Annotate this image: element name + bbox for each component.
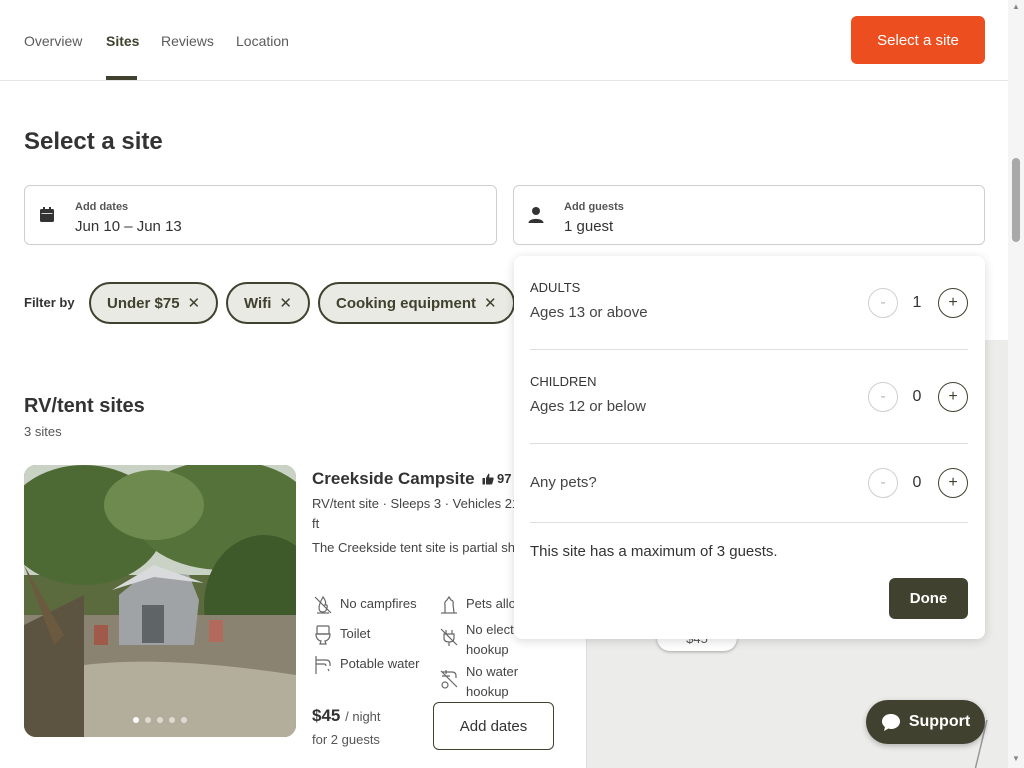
amenity-label: Potable water bbox=[340, 656, 420, 671]
close-icon[interactable]: ✕ bbox=[188, 294, 201, 312]
amenity-no-electric: No elect hookup bbox=[438, 620, 518, 664]
filter-chip-label: Under $75 bbox=[107, 294, 180, 312]
scrollbar[interactable]: ▲ ▼ bbox=[1008, 0, 1024, 768]
amenity-label: Toilet bbox=[340, 626, 371, 641]
rating-value: 97 bbox=[497, 471, 512, 486]
amenity-toilet: Toilet bbox=[312, 624, 432, 646]
close-icon[interactable]: ✕ bbox=[279, 294, 292, 312]
no-campfire-icon bbox=[314, 595, 332, 614]
site-price: $45 / night bbox=[312, 706, 381, 726]
campsite-photo bbox=[24, 465, 296, 737]
site-meta: RV/tent site · Sleeps 3 · Vehicles 21 ft bbox=[312, 496, 520, 531]
person-icon bbox=[528, 207, 544, 223]
divider bbox=[530, 522, 968, 523]
tab-reviews[interactable]: Reviews bbox=[161, 33, 214, 49]
add-dates-button[interactable]: Add dates bbox=[433, 702, 554, 750]
tab-location[interactable]: Location bbox=[236, 33, 289, 49]
calendar-icon bbox=[40, 207, 54, 222]
adults-count: 1 bbox=[912, 294, 922, 311]
children-subtitle: Ages 12 or below bbox=[530, 398, 646, 415]
adults-subtitle: Ages 13 or above bbox=[530, 304, 648, 321]
filter-chip-label: Wifi bbox=[244, 294, 272, 312]
pagination-dot[interactable] bbox=[133, 717, 139, 723]
pets-title: Any pets? bbox=[530, 474, 597, 491]
pets-increment-button[interactable]: + bbox=[938, 468, 968, 498]
filter-chip-wifi[interactable]: Wifi ✕ bbox=[226, 282, 310, 324]
toilet-icon bbox=[315, 625, 331, 645]
amenity-label: Pets allo bbox=[466, 596, 516, 611]
guest-selector-popup: ADULTS Ages 13 or above - 1 + CHILDREN A… bbox=[514, 256, 985, 639]
page-title: Select a site bbox=[24, 128, 163, 155]
no-electric-icon bbox=[440, 628, 458, 646]
guests-label: Add guests bbox=[564, 201, 624, 213]
site-name[interactable]: Creekside Campsite bbox=[312, 469, 475, 489]
pagination-dot[interactable] bbox=[181, 717, 187, 723]
site-count: 3 sites bbox=[24, 424, 62, 439]
children-count: 0 bbox=[912, 388, 922, 405]
close-icon[interactable]: ✕ bbox=[484, 294, 497, 312]
tab-overview[interactable]: Overview bbox=[24, 33, 82, 49]
dates-label: Add dates bbox=[75, 201, 129, 213]
scrollbar-thumb[interactable] bbox=[1012, 158, 1020, 242]
site-photo[interactable] bbox=[24, 465, 296, 737]
no-water-icon bbox=[440, 670, 458, 689]
divider bbox=[530, 349, 968, 350]
filter-by-label: Filter by bbox=[24, 295, 75, 310]
scroll-down-icon[interactable]: ▼ bbox=[1012, 754, 1020, 763]
children-decrement-button[interactable]: - bbox=[868, 382, 898, 412]
dates-field[interactable]: Add dates Jun 10 – Jun 13 bbox=[24, 185, 497, 245]
top-nav: Overview Sites Reviews Location Select a… bbox=[0, 0, 1008, 81]
scroll-up-icon[interactable]: ▲ bbox=[1012, 2, 1020, 11]
amenity-pets: Pets allo bbox=[438, 594, 518, 616]
filter-chip-under-75[interactable]: Under $75 ✕ bbox=[89, 282, 219, 324]
children-title: CHILDREN bbox=[530, 374, 597, 389]
pagination-dot[interactable] bbox=[145, 717, 151, 723]
amenity-label: No water hookup bbox=[466, 664, 519, 699]
photo-pagination bbox=[24, 717, 296, 723]
amenity-potable-water: Potable water bbox=[312, 654, 432, 676]
dates-value: Jun 10 – Jun 13 bbox=[75, 218, 182, 235]
section-title: RV/tent sites bbox=[24, 395, 145, 417]
adults-title: ADULTS bbox=[530, 280, 581, 295]
pets-count: 0 bbox=[912, 474, 922, 491]
active-tab-indicator bbox=[106, 76, 137, 80]
dog-icon bbox=[441, 595, 457, 614]
price-value: $45 bbox=[312, 706, 341, 725]
support-button[interactable]: Support bbox=[866, 700, 985, 744]
filter-chip-cooking-equipment[interactable]: Cooking equipment ✕ bbox=[318, 282, 515, 324]
support-label: Support bbox=[908, 713, 971, 730]
chat-bubble-icon bbox=[881, 714, 900, 731]
children-increment-button[interactable]: + bbox=[938, 382, 968, 412]
price-unit: / night bbox=[345, 709, 381, 724]
filter-chip-label: Cooking equipment bbox=[336, 294, 476, 312]
pagination-dot[interactable] bbox=[157, 717, 163, 723]
tab-sites[interactable]: Sites bbox=[106, 33, 139, 49]
guests-value: 1 guest bbox=[564, 218, 614, 235]
pets-decrement-button[interactable]: - bbox=[868, 468, 898, 498]
amenity-label: No campfires bbox=[340, 596, 417, 611]
guests-field[interactable]: Add guests 1 guest bbox=[513, 185, 985, 245]
max-guests-note: This site has a maximum of 3 guests. bbox=[530, 543, 778, 560]
site-rating: 97 bbox=[482, 471, 511, 486]
amenity-no-water: No water hookup bbox=[438, 662, 518, 706]
pagination-dot[interactable] bbox=[169, 717, 175, 723]
amenity-no-campfires: No campfires bbox=[312, 594, 432, 616]
adults-increment-button[interactable]: + bbox=[938, 288, 968, 318]
water-tap-icon bbox=[315, 656, 331, 674]
select-site-button[interactable]: Select a site bbox=[851, 16, 985, 64]
thumbs-up-icon bbox=[482, 473, 494, 484]
divider bbox=[530, 443, 968, 444]
site-description: The Creekside tent site is partial shade… bbox=[312, 540, 517, 555]
price-note: for 2 guests bbox=[312, 732, 380, 747]
done-button[interactable]: Done bbox=[889, 578, 968, 619]
adults-decrement-button[interactable]: - bbox=[868, 288, 898, 318]
